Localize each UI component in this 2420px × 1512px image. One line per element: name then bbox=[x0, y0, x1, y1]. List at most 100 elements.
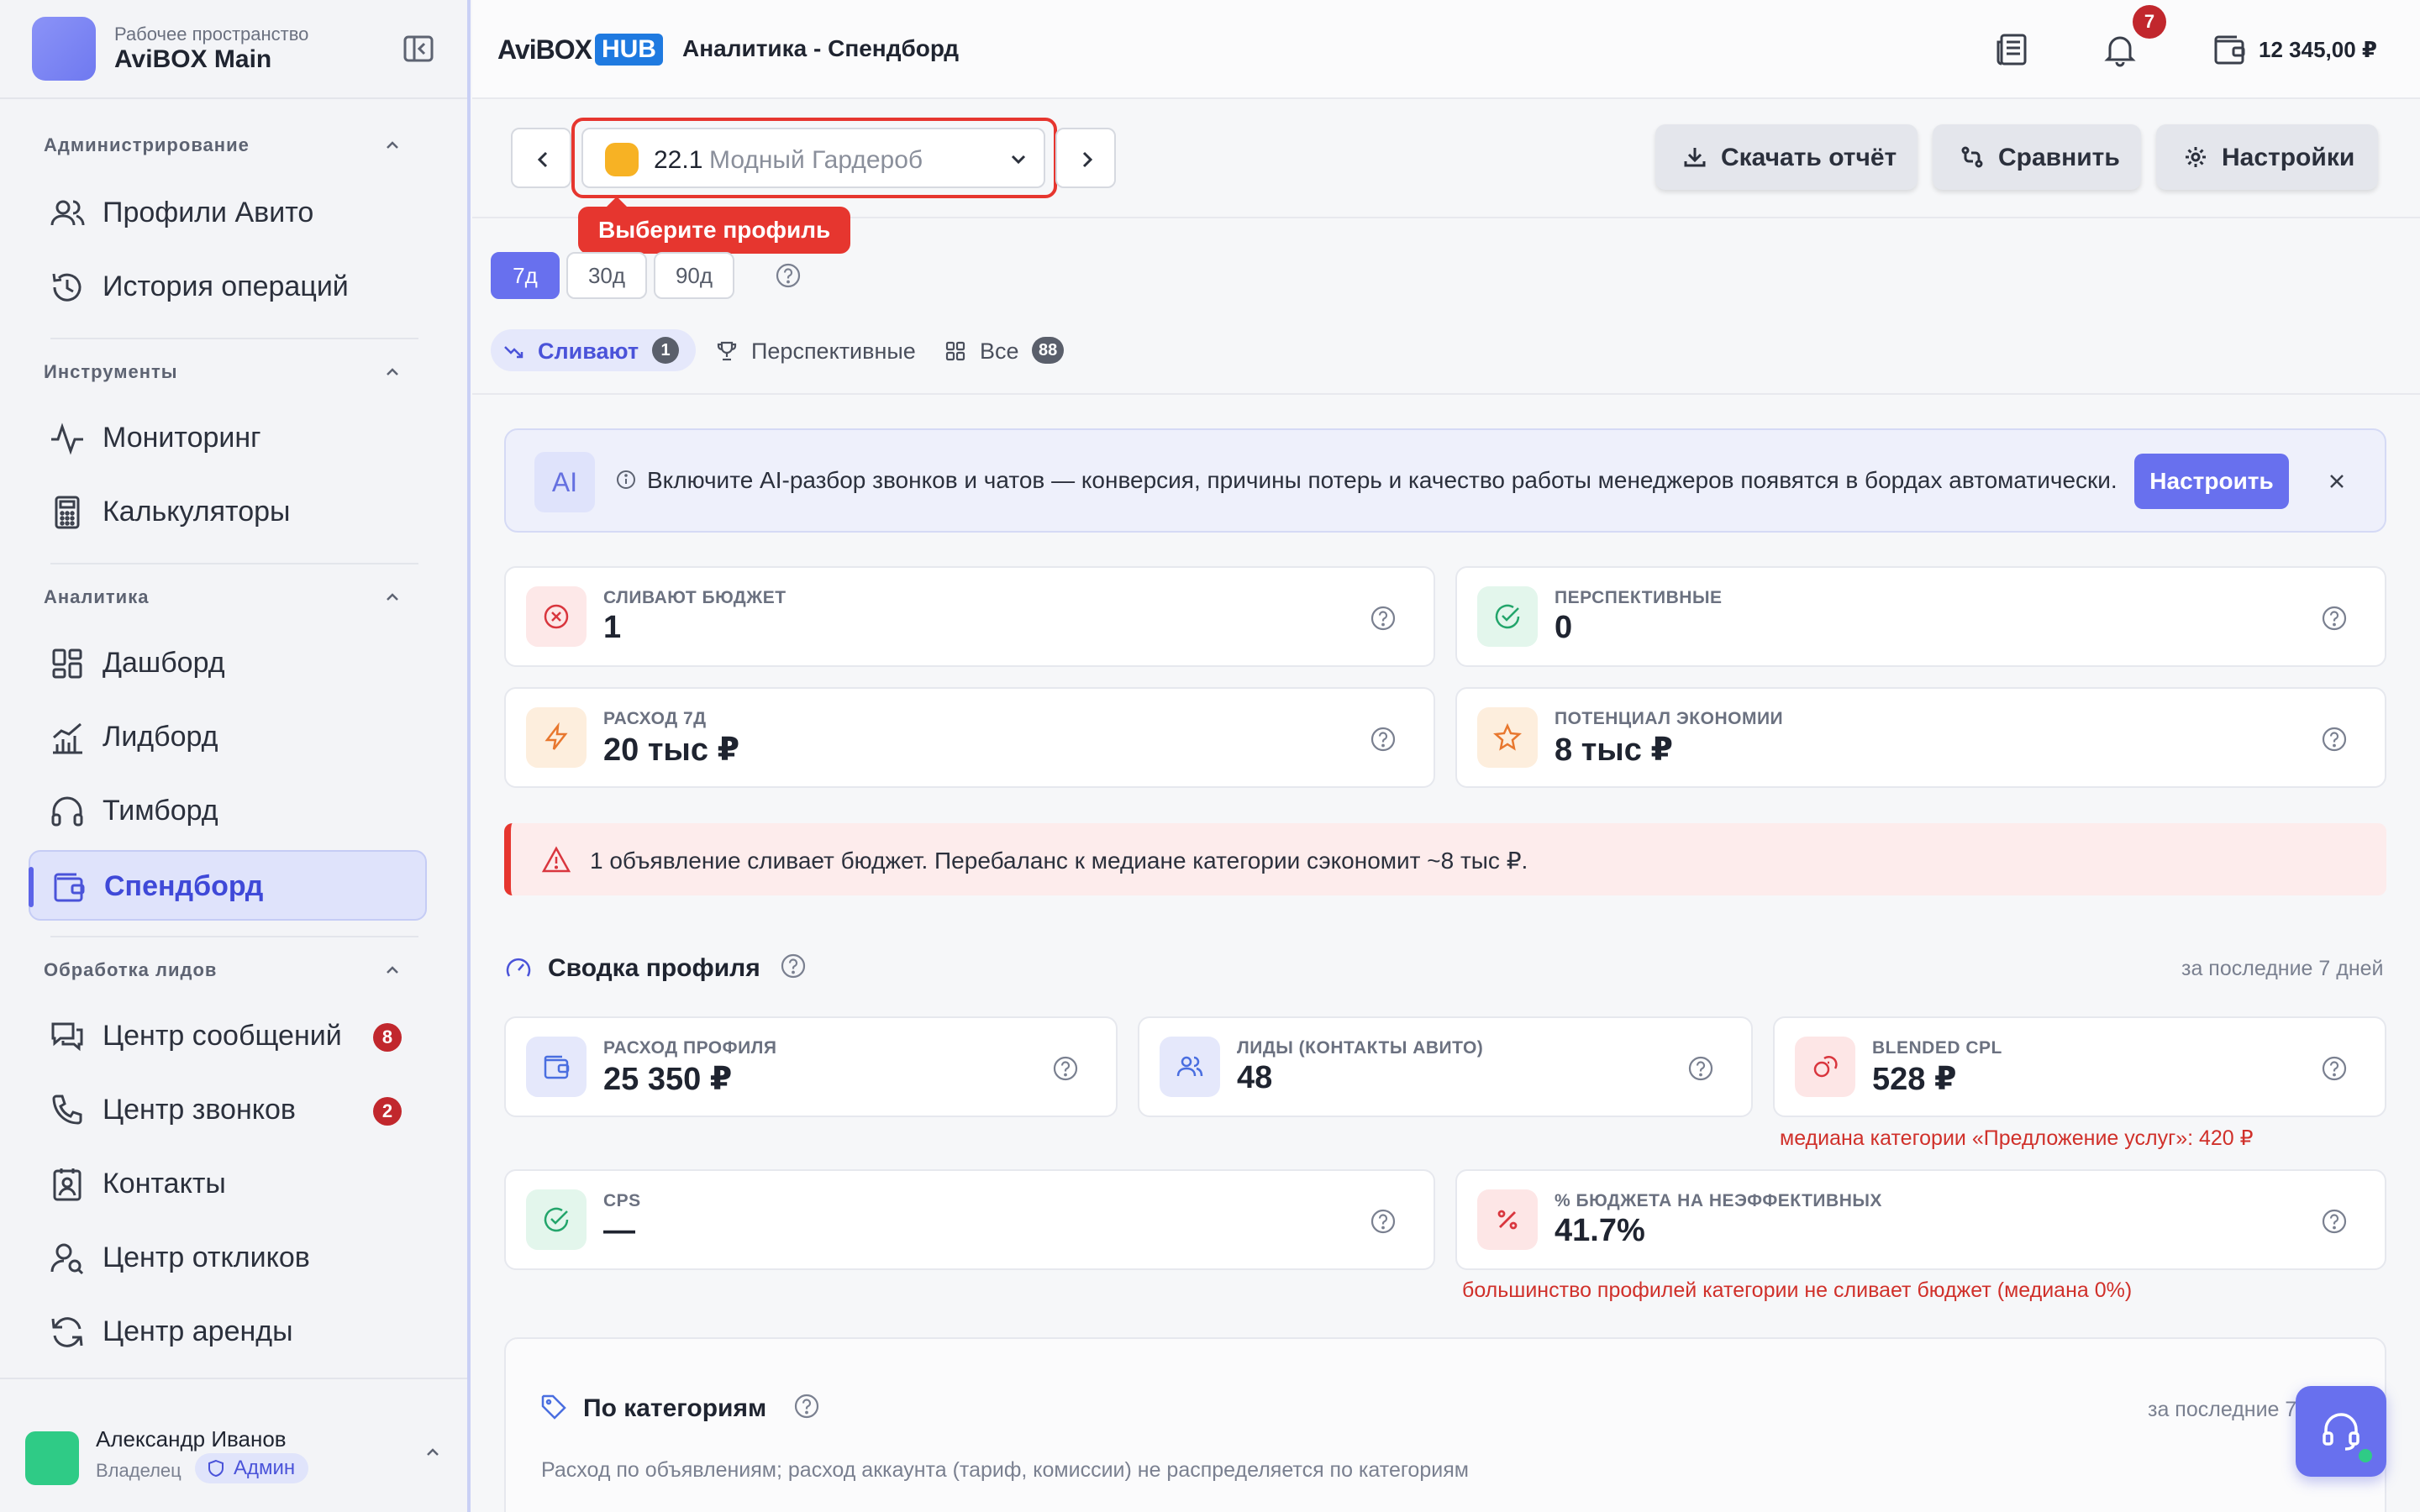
user-profile[interactable]: Александр Иванов Владелец Админ bbox=[0, 1378, 469, 1512]
inefficient-category-note: большинство профилей категории не сливае… bbox=[1462, 1278, 2133, 1302]
news-icon[interactable] bbox=[1993, 30, 2032, 69]
workspace-logo bbox=[32, 17, 96, 81]
sidebar-item-label: Спендборд bbox=[104, 870, 264, 902]
close-icon[interactable] bbox=[2324, 469, 2349, 494]
kpi-label: ПОТЕНЦИАЛ ЭКОНОМИИ bbox=[1555, 709, 1784, 728]
sidebar-item-label: Профили Авито bbox=[103, 197, 314, 228]
sidebar-item-rent[interactable]: Центр аренды bbox=[29, 1297, 427, 1368]
summary-card-inefficient: % БЮДЖЕТА НА НЕЭФФЕКТИВНЫХ 41.7% bbox=[1455, 1169, 2386, 1270]
filter-tab-all[interactable]: Все 88 bbox=[933, 329, 1076, 371]
help-icon[interactable] bbox=[780, 953, 807, 979]
star-icon bbox=[1477, 707, 1538, 768]
sidebar-item-calls[interactable]: Центр звонков 2 bbox=[29, 1075, 427, 1146]
wallet-icon bbox=[50, 869, 87, 906]
headset-icon bbox=[2323, 1413, 2360, 1451]
sidebar-item-monitoring[interactable]: Мониторинг bbox=[29, 403, 427, 474]
chevron-down-icon bbox=[1011, 155, 1026, 165]
bell-icon[interactable] bbox=[2101, 30, 2139, 69]
profile-number: 22.1 bbox=[654, 146, 703, 174]
ai-configure-button[interactable]: Настроить bbox=[2134, 454, 2289, 509]
sidebar-item-label: Тимборд bbox=[103, 795, 218, 827]
brand-logo[interactable]: AviBOX HUB bbox=[497, 32, 663, 67]
check-circle-icon bbox=[526, 1189, 587, 1250]
unread-badge: 2 bbox=[373, 1097, 402, 1126]
help-icon[interactable] bbox=[1370, 1208, 1397, 1235]
ai-banner: AI Включите AI-разбор звонков и чатов — … bbox=[504, 428, 2386, 533]
filter-tab-promising[interactable]: Перспективные bbox=[704, 329, 923, 371]
kpi-label: CPS bbox=[603, 1191, 641, 1210]
period-30d-button[interactable]: 30д bbox=[566, 252, 647, 299]
help-icon[interactable] bbox=[1370, 726, 1397, 753]
kpi-label: СЛИВАЮТ БЮДЖЕТ bbox=[603, 588, 786, 607]
section-title-summary: Сводка профиля bbox=[548, 954, 760, 982]
kpi-value: 20 тыс ₽ bbox=[603, 732, 740, 768]
sidebar-collapse-icon[interactable] bbox=[402, 32, 435, 66]
brand-name: AviBOX bbox=[497, 34, 592, 65]
sidebar-item-contacts[interactable]: Контакты bbox=[29, 1149, 427, 1220]
settings-button[interactable]: Настройки bbox=[2156, 124, 2378, 190]
chevron-up-icon[interactable] bbox=[380, 360, 405, 385]
chevron-up-icon[interactable] bbox=[380, 958, 405, 983]
contacts-icon bbox=[49, 1166, 86, 1203]
kpi-card-promising: ПЕРСПЕКТИВНЫЕ 0 bbox=[1455, 566, 2386, 667]
grid-icon bbox=[945, 341, 965, 361]
avatar bbox=[25, 1431, 79, 1485]
filter-tab-label: Все bbox=[980, 339, 1019, 364]
compare-button[interactable]: Сравнить bbox=[1933, 124, 2141, 190]
kpi-value: 25 350 ₽ bbox=[603, 1062, 733, 1097]
alert-triangle-icon bbox=[541, 846, 571, 873]
filter-tab-label: Сливают bbox=[538, 339, 639, 364]
sidebar-item-responses[interactable]: Центр откликов bbox=[29, 1223, 427, 1294]
chevron-up-icon[interactable] bbox=[380, 585, 405, 610]
help-icon[interactable] bbox=[775, 262, 802, 289]
user-role: Владелец bbox=[96, 1460, 182, 1481]
percent-icon bbox=[1477, 1189, 1538, 1250]
topbar: AviBOX HUB Аналитика - Спендборд 7 12 34… bbox=[472, 0, 2420, 99]
compare-label: Сравнить bbox=[1998, 144, 2120, 171]
unread-badge: 8 bbox=[373, 1023, 402, 1052]
kpi-value: 0 bbox=[1555, 610, 1573, 645]
section-title-analytics: Аналитика bbox=[44, 586, 150, 607]
help-icon[interactable] bbox=[1052, 1055, 1079, 1082]
help-icon[interactable] bbox=[2321, 605, 2348, 632]
help-icon[interactable] bbox=[1370, 605, 1397, 632]
kpi-label: % БЮДЖЕТА НА НЕЭФФЕКТИВНЫХ bbox=[1555, 1191, 1882, 1210]
kpi-label: РАСХОД ПРОФИЛЯ bbox=[603, 1038, 777, 1058]
download-report-button[interactable]: Скачать отчёт bbox=[1655, 124, 1918, 190]
sidebar-item-avito-profiles[interactable]: Профили Авито bbox=[29, 178, 427, 249]
sidebar-item-history[interactable]: История операций bbox=[29, 252, 427, 323]
next-profile-button[interactable] bbox=[1055, 128, 1116, 188]
sidebar-item-leadboard[interactable]: Лидборд bbox=[29, 702, 427, 773]
workspace-switcher[interactable]: Рабочее пространство AviBOX Main bbox=[32, 17, 435, 81]
filter-tab-leaking[interactable]: Сливают 1 bbox=[491, 329, 696, 371]
chevron-up-icon[interactable] bbox=[380, 133, 405, 158]
phone-icon bbox=[49, 1092, 86, 1129]
settings-label: Настройки bbox=[2222, 144, 2355, 171]
help-icon[interactable] bbox=[2321, 1208, 2348, 1235]
sidebar-item-spendboard[interactable]: Спендборд bbox=[29, 850, 427, 921]
prev-profile-button[interactable] bbox=[511, 128, 571, 188]
account-balance[interactable]: 12 345,00 ₽ bbox=[2259, 37, 2377, 63]
sidebar-item-dashboard[interactable]: Дашборд bbox=[29, 628, 427, 699]
history-icon bbox=[49, 269, 86, 306]
activity-icon bbox=[49, 420, 86, 457]
sidebar-item-messages[interactable]: Центр сообщений 8 bbox=[29, 1001, 427, 1072]
help-icon[interactable] bbox=[2321, 726, 2348, 753]
sidebar-item-label: Мониторинг bbox=[103, 422, 261, 454]
period-90d-button[interactable]: 90д bbox=[654, 252, 734, 299]
help-icon[interactable] bbox=[2321, 1055, 2348, 1082]
chevron-up-icon[interactable] bbox=[420, 1440, 445, 1465]
help-icon[interactable] bbox=[1687, 1055, 1714, 1082]
sidebar-item-teamboard[interactable]: Тимборд bbox=[29, 776, 427, 847]
chart-icon bbox=[49, 719, 86, 756]
period-7d-button[interactable]: 7д bbox=[491, 252, 560, 299]
shield-icon bbox=[208, 1459, 224, 1478]
help-icon[interactable] bbox=[793, 1393, 820, 1420]
profile-select[interactable]: 22.1 Модный Гардероб bbox=[581, 128, 1045, 188]
compare-icon bbox=[1961, 146, 1983, 168]
support-button[interactable] bbox=[2296, 1386, 2386, 1477]
chevron-right-icon bbox=[1082, 151, 1093, 168]
wallet-icon[interactable] bbox=[2210, 30, 2249, 69]
sidebar-item-calculators[interactable]: Калькуляторы bbox=[29, 477, 427, 548]
kpi-value: 1 bbox=[603, 610, 622, 645]
